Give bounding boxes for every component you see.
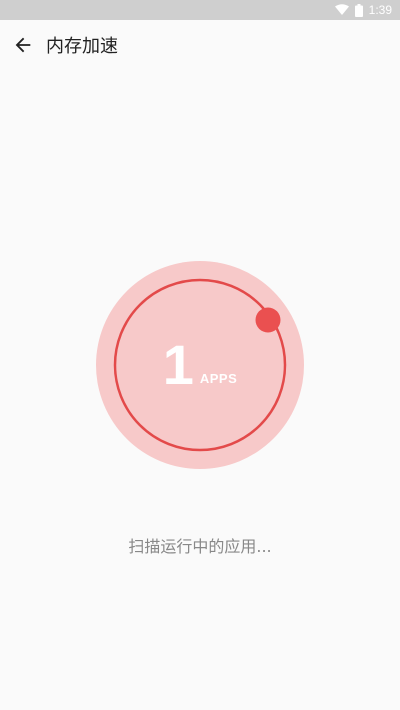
wifi-icon	[334, 4, 349, 15]
app-count-unit: APPS	[199, 370, 238, 386]
status-bar: 1:39	[0, 0, 400, 20]
scan-progress: 1 APPS	[96, 261, 304, 469]
page-title: 内存加速	[46, 36, 118, 57]
app-count-number: 1	[162, 333, 194, 396]
status-time: 1:39	[368, 3, 392, 17]
arrow-left-icon[interactable]	[12, 34, 34, 56]
app-bar: 内存加速	[0, 20, 400, 70]
app-count: 1 APPS	[96, 261, 304, 469]
battery-icon	[354, 3, 363, 17]
scan-status-text: 扫描运行中的应用...	[128, 537, 272, 556]
